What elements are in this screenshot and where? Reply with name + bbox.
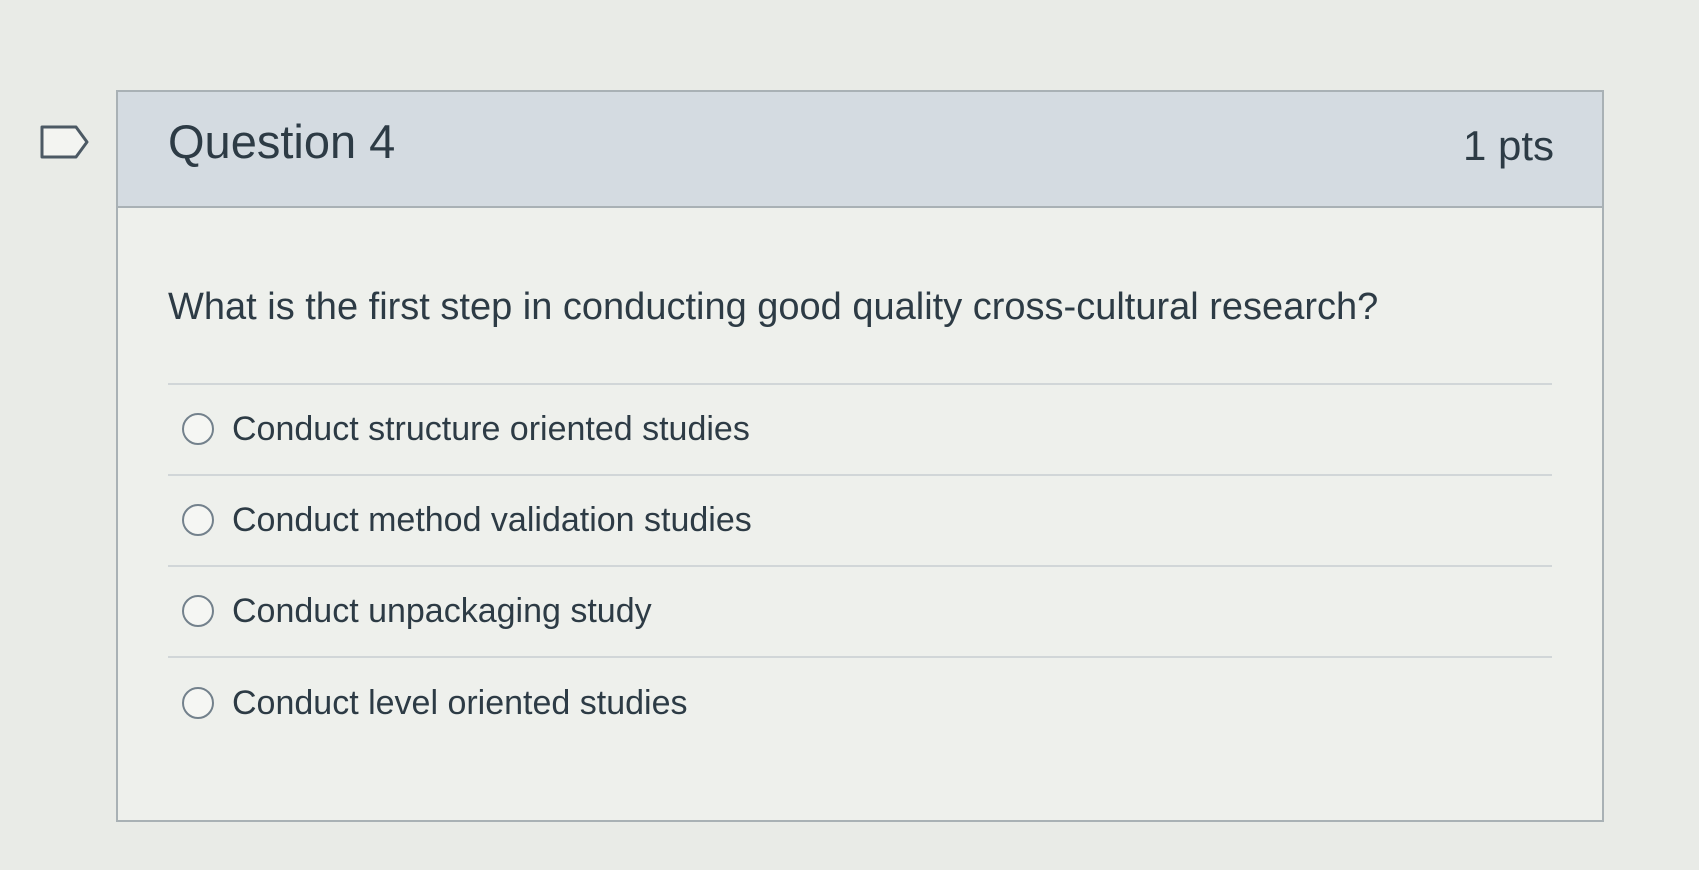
answer-label[interactable]: Conduct level oriented studies: [232, 684, 688, 723]
answer-option[interactable]: Conduct structure oriented studies: [168, 385, 1552, 476]
radio-button[interactable]: [182, 687, 214, 720]
question-body: What is the first step in conducting goo…: [118, 208, 1602, 749]
answer-label[interactable]: Conduct unpackaging study: [232, 592, 652, 631]
answer-option[interactable]: Conduct method validation studies: [168, 476, 1552, 567]
question-card: Question 4 1 pts What is the first step …: [116, 90, 1604, 822]
answer-option[interactable]: Conduct unpackaging study: [168, 567, 1552, 658]
flag-question-icon[interactable]: [40, 125, 90, 159]
radio-button[interactable]: [182, 595, 214, 628]
answer-label[interactable]: Conduct method validation studies: [232, 501, 752, 540]
answer-list: Conduct structure oriented studies Condu…: [168, 382, 1552, 749]
question-header: Question 4 1 pts: [118, 92, 1602, 208]
answer-option[interactable]: Conduct level oriented studies: [168, 658, 1552, 749]
question-points: 1 pts: [1462, 122, 1554, 169]
radio-button[interactable]: [182, 504, 214, 537]
question-title: Question 4: [168, 115, 396, 168]
radio-button[interactable]: [182, 413, 214, 446]
answer-label[interactable]: Conduct structure oriented studies: [232, 410, 750, 449]
question-text: What is the first step in conducting goo…: [168, 286, 1379, 328]
